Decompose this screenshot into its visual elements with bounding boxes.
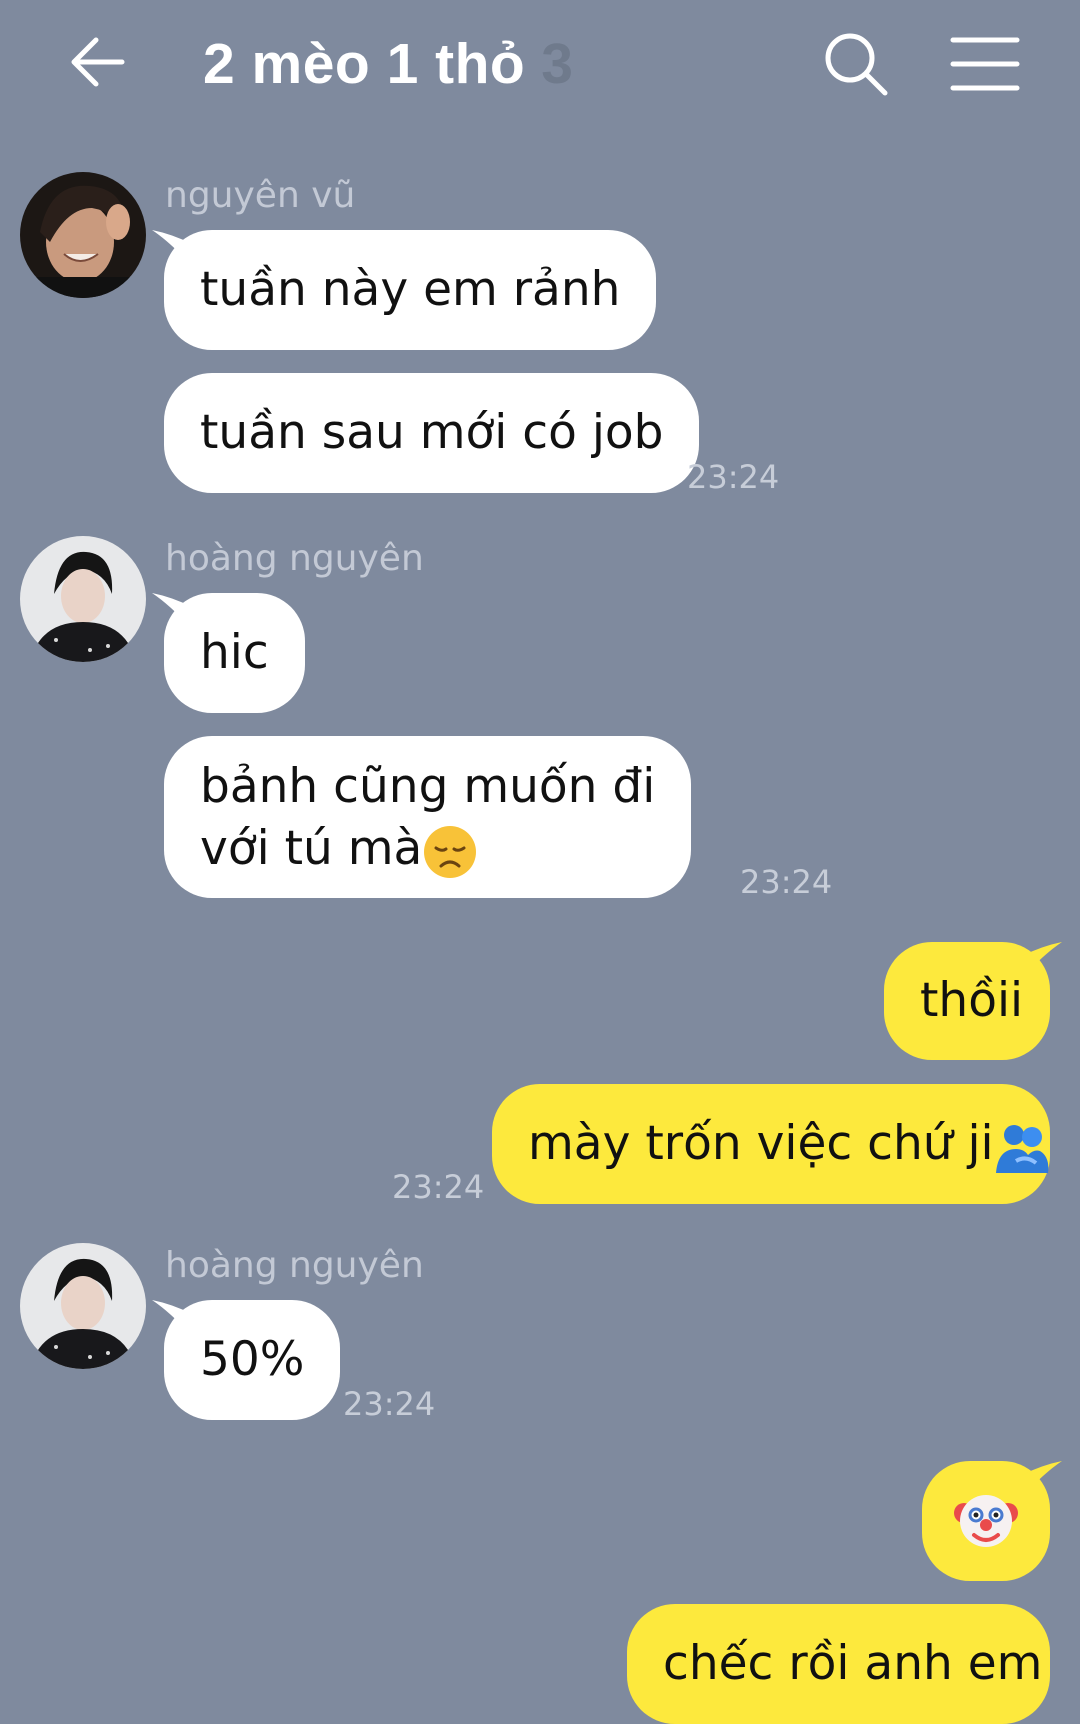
chat-title: 2 mèo 1 thỏ: [203, 32, 526, 96]
message-text: tuần này em rảnh: [200, 262, 621, 317]
sender-name: hoàng nguyên: [165, 538, 424, 579]
people-hugging-emoji: [995, 1124, 1048, 1173]
search-icon: [825, 33, 888, 96]
message-bubble[interactable]: thồii: [884, 942, 1062, 1060]
message-text: 50%: [200, 1332, 305, 1387]
message-text-line: mày trốn việc chứ ji: [528, 1113, 1048, 1175]
message-bubble[interactable]: [922, 1461, 1062, 1581]
sender-name: nguyên vũ: [165, 175, 356, 216]
message-bubble[interactable]: chếc rồi anh em: [627, 1604, 1050, 1724]
chat-title-area[interactable]: 2 mèo 1 thỏ 3: [203, 28, 573, 100]
message-text: thồii: [920, 973, 1024, 1028]
bubble-tail-icon: [152, 593, 192, 629]
message-bubble[interactable]: hic: [152, 593, 305, 713]
hamburger-menu-icon: [950, 37, 1020, 91]
bubble-tail-icon: [152, 230, 192, 266]
message-text: tuần sau mới có job: [200, 405, 664, 460]
message-time: 23:24: [392, 1168, 485, 1206]
search-button[interactable]: [822, 30, 890, 98]
message-bubble[interactable]: bảnh cũng muốn đi với tú mà: [164, 736, 692, 898]
arrow-left-icon: [71, 37, 125, 87]
clown-face-emoji: [954, 1495, 1018, 1547]
message-time: 23:24: [687, 458, 780, 496]
avatar-photo-icon: [20, 536, 146, 662]
message-text-line: với tú mà: [200, 818, 655, 880]
menu-button[interactable]: [950, 34, 1020, 94]
message-text: với tú mà: [200, 821, 423, 876]
bubble-tail-icon: [152, 1300, 192, 1336]
message-text: mày trốn việc chứ ji: [528, 1116, 994, 1171]
message-text: bảnh cũng muốn đi: [200, 759, 656, 814]
avatar-nguyen-vu[interactable]: [20, 172, 146, 298]
message-bubble[interactable]: 50%: [152, 1300, 341, 1420]
bubble-tail-icon: [1022, 942, 1062, 978]
message-time: 23:24: [740, 863, 833, 901]
bubble-tail-icon: [1022, 1461, 1062, 1497]
message-bubble[interactable]: tuần sau mới có job: [164, 373, 700, 493]
message-bubble[interactable]: tuần này em rảnh: [152, 230, 657, 350]
avatar-hoang-nguyen[interactable]: [20, 536, 146, 662]
chat-header: 2 mèo 1 thỏ 3: [0, 0, 1080, 128]
message-text: hic: [200, 625, 269, 680]
sender-name: hoàng nguyên: [165, 1245, 424, 1286]
message-bubble[interactable]: mày trốn việc chứ ji: [492, 1084, 1050, 1204]
back-button[interactable]: [66, 30, 130, 94]
avatar-hoang-nguyen[interactable]: [20, 1243, 146, 1369]
disappointed-face-emoji: [424, 825, 477, 878]
member-count: 3: [541, 32, 573, 96]
message-text: chếc rồi anh em: [663, 1636, 1043, 1691]
avatar-photo-icon: [20, 1243, 146, 1369]
message-time: 23:24: [343, 1385, 436, 1423]
avatar-photo-icon: [20, 172, 146, 298]
